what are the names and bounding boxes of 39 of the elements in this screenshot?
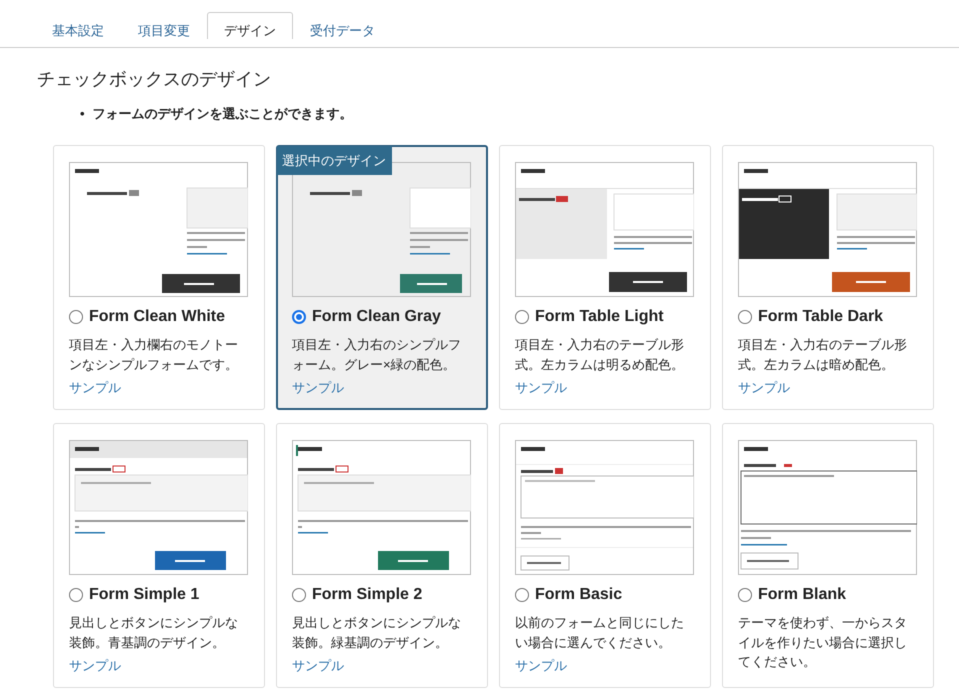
design-description: 項目左・入力欄右のモノトーンなシンプルフォームです。 bbox=[69, 336, 239, 374]
sample-link[interactable]: サンプル bbox=[292, 657, 344, 675]
design-description: 以前のフォームと同じにしたい場合に選んでください。 bbox=[515, 614, 685, 652]
design-name: Form Simple 1 bbox=[89, 586, 200, 604]
radio-button[interactable] bbox=[738, 588, 752, 602]
bullet-marker: • bbox=[80, 105, 85, 123]
design-name: Form Clean White bbox=[89, 308, 226, 326]
tab[interactable]: デザイン bbox=[207, 12, 293, 39]
radio-button[interactable] bbox=[69, 310, 83, 324]
radio-button[interactable] bbox=[292, 588, 306, 602]
design-description: 見出しとボタンにシンプルな装飾。緑基調のデザイン。 bbox=[292, 614, 462, 652]
tab[interactable]: 受付データ bbox=[293, 12, 392, 38]
selected-badge: 選択中のデザイン bbox=[277, 146, 392, 175]
radio-button[interactable] bbox=[515, 310, 529, 324]
design-name: Form Table Light bbox=[535, 308, 664, 326]
radio-button[interactable] bbox=[515, 588, 529, 602]
radio-button[interactable] bbox=[738, 310, 752, 324]
tab[interactable]: 基本設定 bbox=[35, 12, 121, 38]
design-description: 見出しとボタンにシンプルな装飾。青基調のデザイン。 bbox=[69, 614, 239, 652]
design-description: 項目左・入力右のテーブル形式。左カラムは明るめ配色。 bbox=[515, 336, 685, 374]
sample-link[interactable]: サンプル bbox=[738, 379, 790, 397]
radio-button[interactable] bbox=[69, 588, 83, 602]
sample-link[interactable]: サンプル bbox=[69, 657, 121, 675]
bullet-text: フォームのデザインを選ぶことができます。 bbox=[92, 105, 353, 123]
sample-link[interactable]: サンプル bbox=[515, 657, 567, 675]
design-description: 項目左・入力右のシンプルフォーム。グレー×緑の配色。 bbox=[292, 336, 462, 374]
section-heading: チェックボックスのデザイン bbox=[37, 68, 272, 91]
design-description: 項目左・入力右のテーブル形式。左カラムは暗め配色。 bbox=[738, 336, 908, 374]
design-name: Form Blank bbox=[758, 586, 846, 604]
sample-link[interactable]: サンプル bbox=[69, 379, 121, 397]
tab[interactable]: 項目変更 bbox=[121, 12, 207, 38]
radio-button[interactable] bbox=[292, 310, 306, 324]
design-name: Form Simple 2 bbox=[312, 586, 422, 604]
design-description: テーマを使わず、一からスタイルを作りたい場合に選択してください。 bbox=[738, 614, 908, 671]
sample-link[interactable]: サンプル bbox=[515, 379, 567, 397]
design-name: Form Basic bbox=[535, 586, 622, 604]
design-name: Form Table Dark bbox=[758, 308, 884, 326]
design-name: Form Clean Gray bbox=[312, 308, 441, 326]
sample-link[interactable]: サンプル bbox=[292, 379, 344, 397]
